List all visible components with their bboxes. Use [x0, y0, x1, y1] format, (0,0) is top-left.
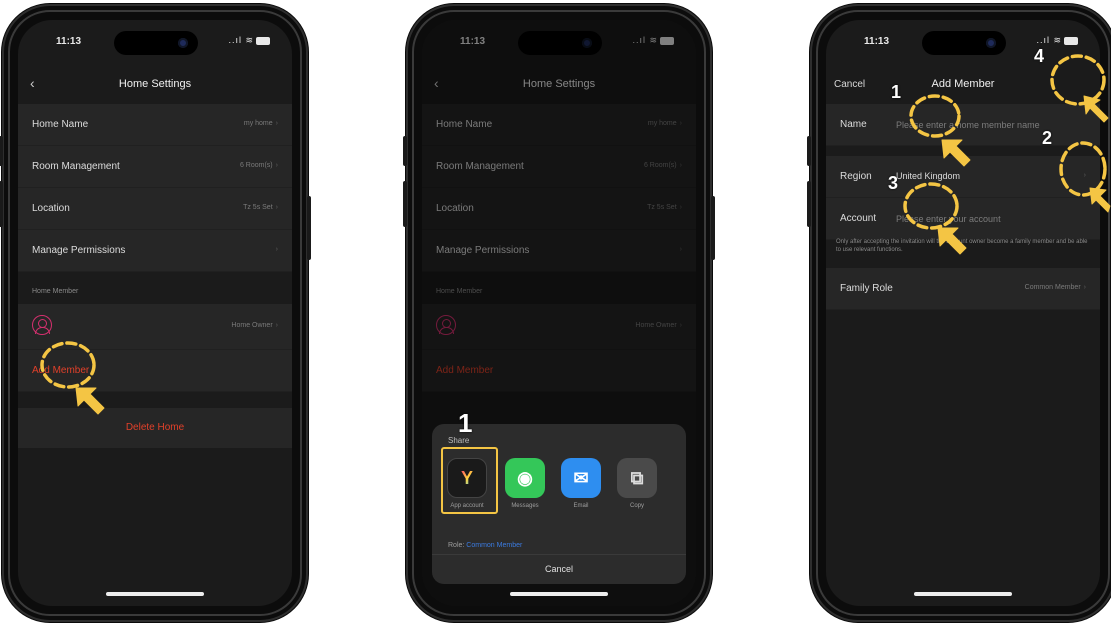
home-indicator	[106, 592, 204, 596]
member-row[interactable]: Home Owner ›	[18, 304, 292, 350]
phone-2: 11:13 ..ıl ≋ ‹ Home Settings Home Name my…	[403, 6, 715, 620]
family-role-selector[interactable]: Family Role Common Member ›	[826, 268, 1100, 310]
battery-icon	[1064, 36, 1078, 45]
phone-3: 11:13 ..ıl ≋ Cancel Add Member Name Pleas…	[807, 6, 1111, 620]
home-indicator	[914, 592, 1012, 596]
signal-wifi-icons: ..ıl ≋	[1036, 35, 1078, 46]
avatar-icon	[32, 315, 52, 335]
email-icon: ✉	[561, 458, 601, 498]
settings-list: Home Name my home › Room Management 6 Room(…	[18, 104, 292, 272]
name-section: Name Please enter a home member name	[826, 104, 1100, 146]
share-messages-button[interactable]: ◉ Messages	[504, 458, 546, 509]
battery-icon	[256, 36, 270, 45]
row-location[interactable]: Location Tz 5s Set ›	[18, 188, 292, 230]
home-indicator	[510, 592, 608, 596]
dynamic-island	[114, 31, 198, 55]
role-selector[interactable]: Role: Common Member	[448, 542, 522, 549]
account-field[interactable]: Account Please enter your account	[826, 198, 1100, 240]
step-number-badge: 3	[888, 173, 899, 193]
signal-wifi-icons: ..ıl ≋	[228, 35, 270, 46]
step-number-badge: 1	[458, 408, 473, 438]
save-button[interactable]	[1062, 76, 1090, 96]
nav-bar: Cancel Add Member	[826, 74, 1100, 98]
step-number-badge: 1	[891, 82, 902, 102]
clock: 11:13	[56, 36, 82, 47]
add-member-button[interactable]: Add Member	[18, 350, 292, 392]
messages-icon: ◉	[505, 458, 545, 498]
nav-bar: ‹ Home Settings	[18, 74, 292, 98]
account-section: Region United Kingdom › Account Please ente…	[826, 156, 1100, 240]
page-title: Add Member	[931, 78, 995, 90]
row-home-name[interactable]: Home Name my home ›	[18, 104, 292, 146]
page-title: Home Settings	[118, 78, 192, 90]
screen-share-sheet: 11:13 ..ıl ≋ ‹ Home Settings Home Name my…	[422, 20, 696, 606]
home-member-caption: Home Member	[32, 288, 79, 295]
row-manage-permissions[interactable]: Manage Permissions ›	[18, 230, 292, 272]
copy-icon: ⧉	[617, 458, 657, 498]
step-number-badge: 4	[1034, 46, 1045, 66]
member-list: Home Owner › Add Member	[18, 304, 292, 392]
invitation-note: Only after accepting the invitation will…	[836, 239, 1088, 253]
share-email-button[interactable]: ✉ Email	[560, 458, 602, 509]
sheet-cancel-button[interactable]: Cancel	[432, 554, 686, 584]
screen-home-settings: 11:13 ..ıl ≋ ‹ Home Settings Home Name my…	[18, 20, 292, 606]
role-section: Family Role Common Member ›	[826, 268, 1100, 310]
dynamic-island	[922, 31, 1006, 55]
clock: 11:13	[864, 36, 890, 47]
name-field[interactable]: Name Please enter a home member name	[826, 104, 1100, 146]
highlight-box-app-account	[441, 447, 498, 514]
screen-add-member: 11:13 ..ıl ≋ Cancel Add Member Name Pleas…	[826, 20, 1100, 606]
delete-home-button[interactable]: Delete Home	[18, 408, 292, 448]
phone-1: 11:13 ..ıl ≋ ‹ Home Settings Home Name my…	[0, 6, 311, 620]
share-copy-button[interactable]: ⧉ Copy	[616, 458, 658, 509]
region-selector[interactable]: Region United Kingdom ›	[826, 156, 1100, 198]
status-bar: 11:13 ..ıl ≋	[826, 20, 1100, 60]
status-bar: 11:13 ..ıl ≋	[18, 20, 292, 60]
step-number-badge: 2	[1042, 128, 1053, 148]
row-room-management[interactable]: Room Management 6 Room(s) ›	[18, 146, 292, 188]
